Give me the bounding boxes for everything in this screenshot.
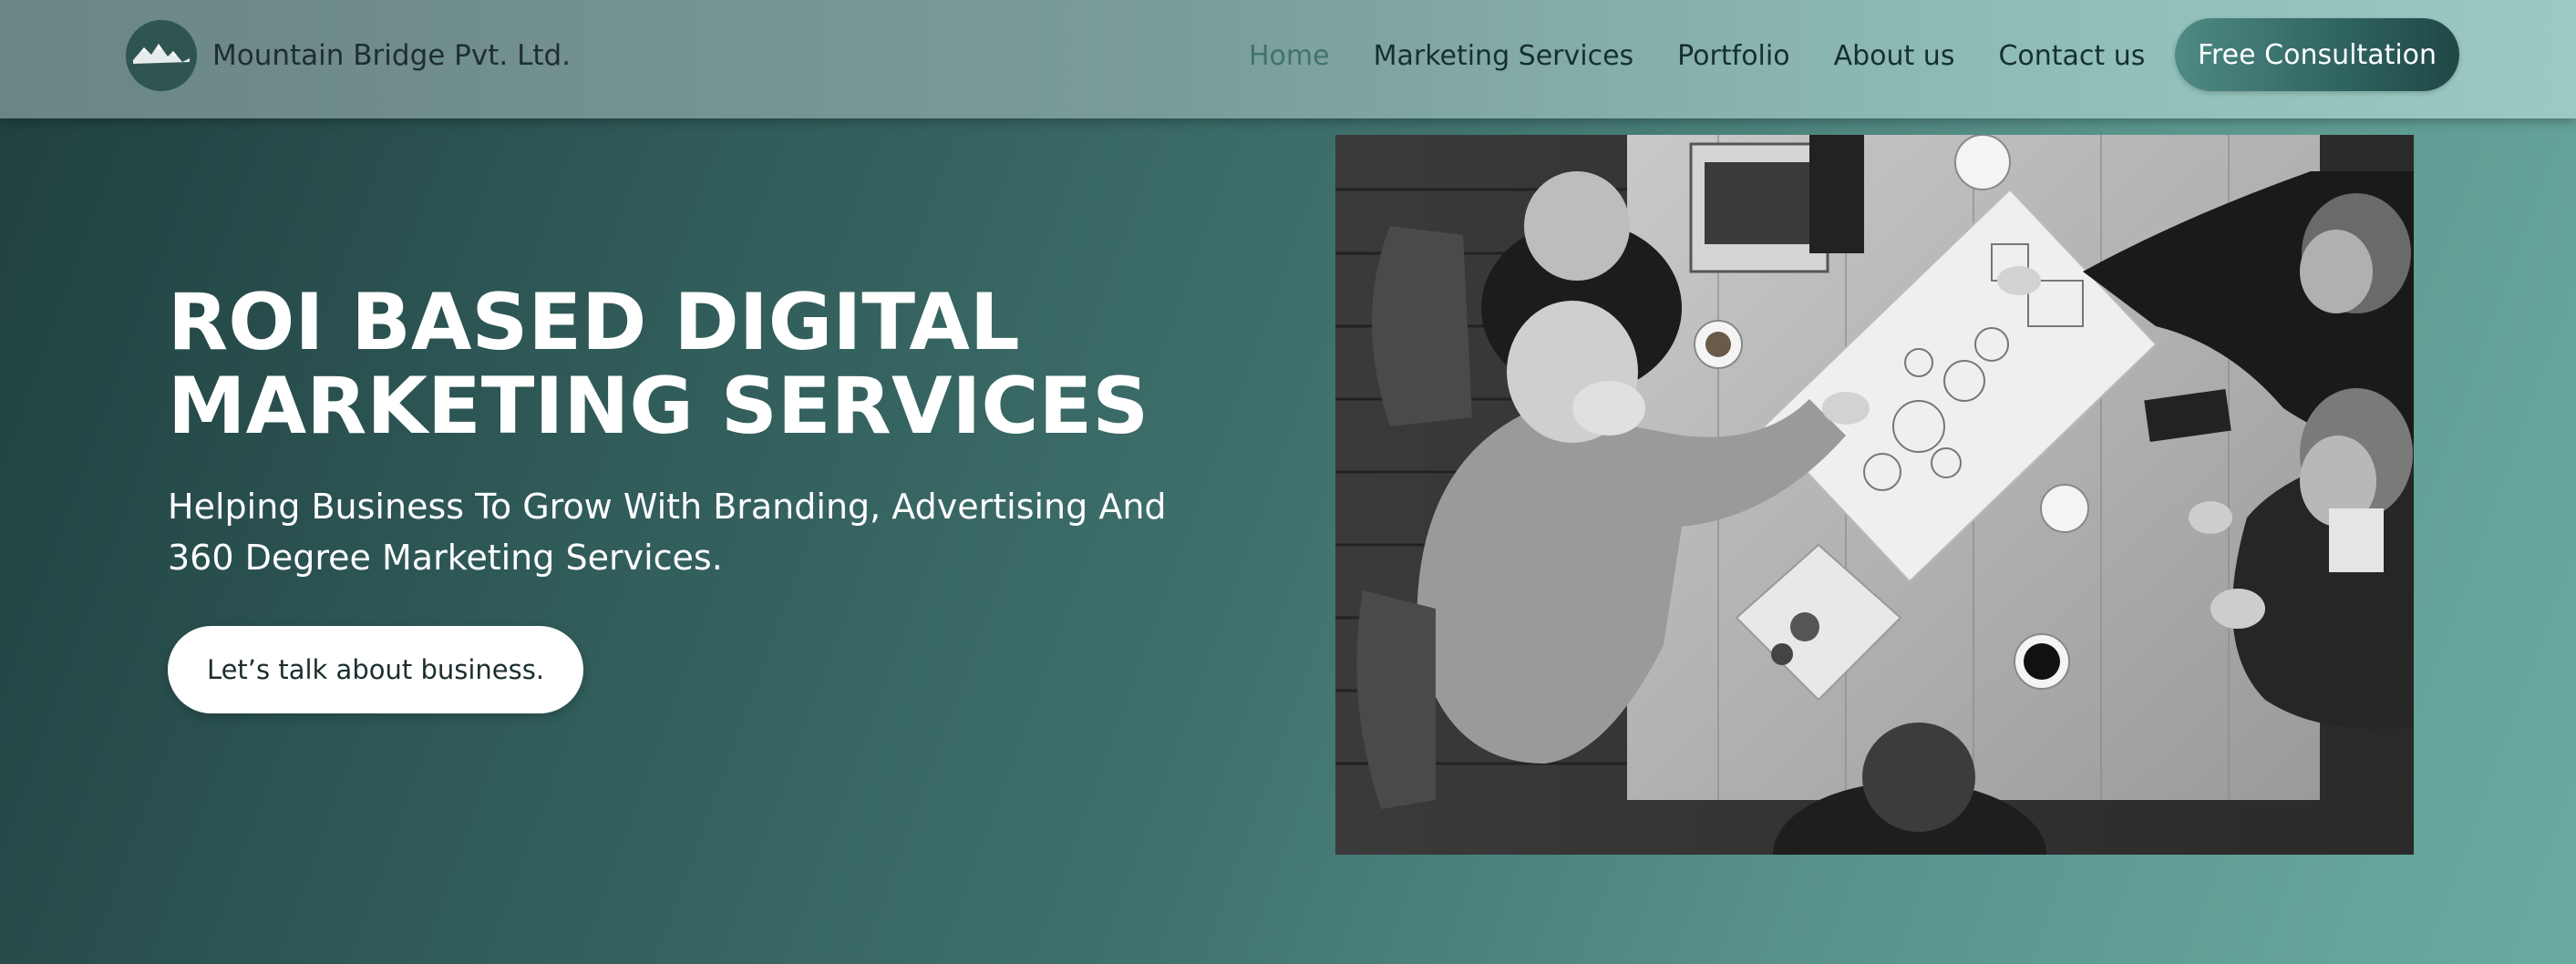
hero-title-line-2: MARKETING SERVICES <box>168 361 1149 452</box>
free-consultation-button[interactable]: Free Consultation <box>2175 18 2459 91</box>
nav-contact-us[interactable]: Contact us <box>1998 40 2145 72</box>
main-nav: Home Marketing Services Portfolio About … <box>1249 0 2189 111</box>
brand-name[interactable]: Mountain Bridge Pvt. Ltd. <box>212 39 571 72</box>
nav-marketing-services[interactable]: Marketing Services <box>1374 40 1634 72</box>
page: Mountain Bridge Pvt. Ltd. Home Marketing… <box>0 0 2576 964</box>
site-header: Mountain Bridge Pvt. Ltd. Home Marketing… <box>0 0 2576 118</box>
hero-title-line-1: ROI BASED DIGITAL <box>168 277 1020 368</box>
hero-photo <box>1335 135 2414 855</box>
hero-title: ROI BASED DIGITAL MARKETING SERVICES <box>168 281 1262 448</box>
nav-about-us[interactable]: About us <box>1834 40 1955 72</box>
brand[interactable]: Mountain Bridge Pvt. Ltd. <box>126 20 571 91</box>
nav-portfolio[interactable]: Portfolio <box>1677 40 1789 72</box>
hero-subtitle: Helping Business To Grow With Branding, … <box>168 487 1167 578</box>
mountain-icon[interactable] <box>126 20 197 91</box>
lets-talk-button[interactable]: Let’s talk about business. <box>168 626 583 713</box>
nav-home[interactable]: Home <box>1249 40 1330 72</box>
